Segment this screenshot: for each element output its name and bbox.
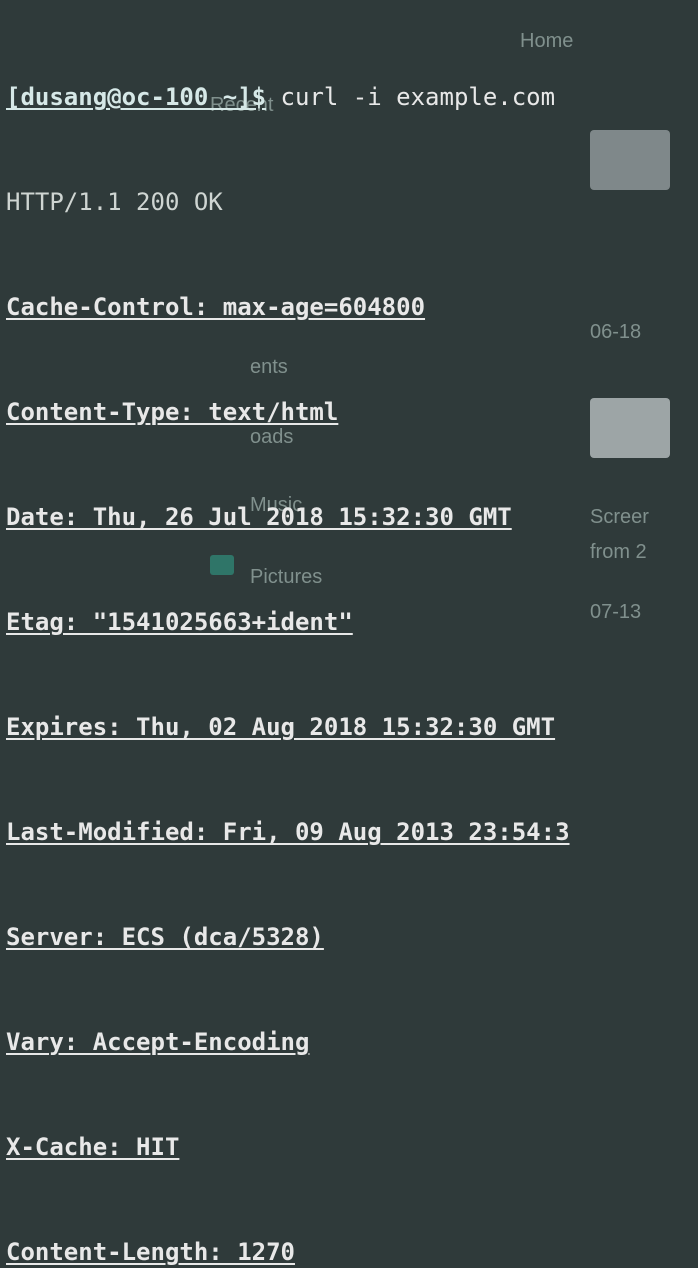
http-header: Content-Type: text/html [6,395,692,430]
http-header: Server: ECS (dca/5328) [6,920,692,955]
http-header: Cache-Control: max-age=604800 [6,290,692,325]
http-header: Expires: Thu, 02 Aug 2018 15:32:30 GMT [6,710,692,745]
http-header: Etag: "1541025663+ident" [6,605,692,640]
http-header: Content-Length: 1270 [6,1235,692,1268]
http-header: Date: Thu, 26 Jul 2018 15:32:30 GMT [6,500,692,535]
http-header: Last-Modified: Fri, 09 Aug 2013 23:54:3 [6,815,692,850]
http-status-line: HTTP/1.1 200 OK [6,185,692,220]
prompt-line[interactable]: [dusang@oc-100 ~]$ curl -i example.com [6,80,692,115]
command-text: curl -i example.com [281,83,556,111]
shell-prompt: [dusang@oc-100 ~]$ [6,83,266,111]
http-header: X-Cache: HIT [6,1130,692,1165]
terminal-window[interactable]: [dusang@oc-100 ~]$ curl -i example.com H… [0,0,698,1268]
http-header: Vary: Accept-Encoding [6,1025,692,1060]
